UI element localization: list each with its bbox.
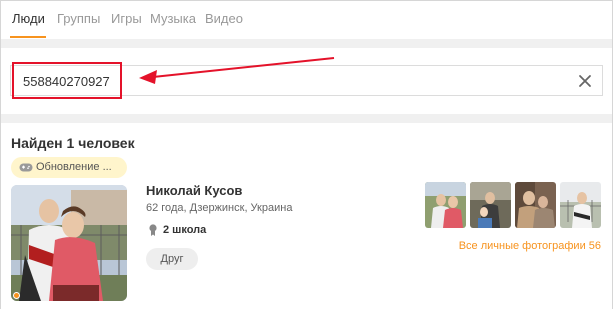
active-tab-indicator [10,36,46,38]
results-title: Найден 1 человек [11,135,135,151]
category-tabs: Люди Группы Игры Музыка Видео [1,1,612,39]
user-info: 62 года, Дзержинск, Украина [146,202,293,214]
status-badge-label: Обновление ... [36,161,112,173]
photo-strip [425,182,601,228]
annotation-highlight-box [12,62,122,99]
photo-image [470,182,511,228]
school-info: 2 школа [148,224,206,236]
photo-image [425,182,466,228]
tab-games[interactable]: Игры [111,11,142,26]
avatar[interactable] [11,185,127,301]
school-label: 2 школа [163,224,207,236]
photo-thumbnail[interactable] [515,182,556,228]
user-name[interactable]: Николай Кусов [146,183,242,198]
photo-thumbnail[interactable] [560,182,601,228]
avatar-photo [11,185,127,301]
graduation-icon [149,224,157,236]
page-frame: Люди Группы Игры Музыка Видео 5588402709… [0,0,613,309]
gamepad-icon [19,163,33,172]
tab-people[interactable]: Люди [12,11,45,26]
all-photos-link[interactable]: Все личные фотографии 56 [459,240,601,252]
search-results: Найден 1 человек Обновление ... Николай … [1,123,612,309]
online-indicator [13,292,20,299]
photo-image [515,182,556,228]
status-badge[interactable]: Обновление ... [11,157,127,178]
tab-music[interactable]: Музыка [150,11,196,26]
photo-thumbnail[interactable] [425,182,466,228]
friend-button[interactable]: Друг [146,248,198,270]
tab-groups[interactable]: Группы [57,11,100,26]
photo-image [560,182,601,228]
close-icon[interactable] [576,72,594,90]
tab-video[interactable]: Видео [205,11,243,26]
photo-thumbnail[interactable] [470,182,511,228]
